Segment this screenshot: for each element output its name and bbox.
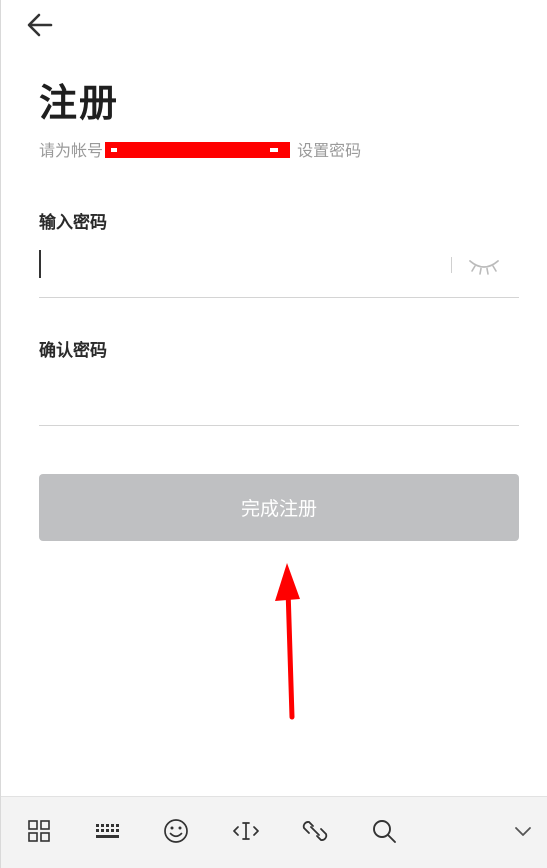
- subtitle-prefix: 请为帐号: [39, 141, 104, 160]
- chevron-down-icon: [515, 827, 531, 836]
- password-label: 输入密码: [39, 213, 107, 233]
- toggle-visibility-button[interactable]: [467, 253, 501, 277]
- confirm-password-label: 确认密码: [39, 341, 107, 361]
- redacted-account: [105, 142, 291, 158]
- register-page: 注册 请为帐号 设置密码 输入密码 确认密码 完成注册: [0, 0, 547, 868]
- eye-closed-icon: [469, 260, 499, 275]
- text-cursor-icon: [233, 822, 259, 840]
- keyboard-icon: [96, 824, 119, 838]
- back-arrow-icon: [27, 13, 53, 37]
- subtitle: 请为帐号 设置密码: [39, 137, 361, 161]
- search-icon: [373, 820, 396, 843]
- emoji-icon: [164, 819, 188, 843]
- grid-icon: [28, 820, 50, 842]
- field-divider: [451, 257, 452, 273]
- page-title: 注册: [39, 80, 120, 125]
- keyboard-button[interactable]: [92, 815, 124, 847]
- collapse-button[interactable]: [507, 815, 539, 847]
- password-field-wrapper: [39, 250, 519, 298]
- keyboard-toolbar: [1, 796, 547, 868]
- subtitle-suffix: 设置密码: [297, 141, 362, 160]
- back-button[interactable]: [23, 8, 57, 42]
- confirm-password-input[interactable]: [39, 378, 439, 410]
- link-icon: [302, 821, 328, 841]
- grid-button[interactable]: [23, 815, 55, 847]
- text-cursor-button[interactable]: [230, 815, 262, 847]
- link-button[interactable]: [299, 815, 331, 847]
- password-input[interactable]: [39, 250, 439, 282]
- emoji-button[interactable]: [160, 815, 192, 847]
- complete-registration-button[interactable]: 完成注册: [39, 474, 519, 541]
- text-caret: [39, 250, 41, 278]
- confirm-field-wrapper: [39, 378, 519, 426]
- annotation-arrow: [275, 563, 300, 720]
- search-button[interactable]: [368, 815, 400, 847]
